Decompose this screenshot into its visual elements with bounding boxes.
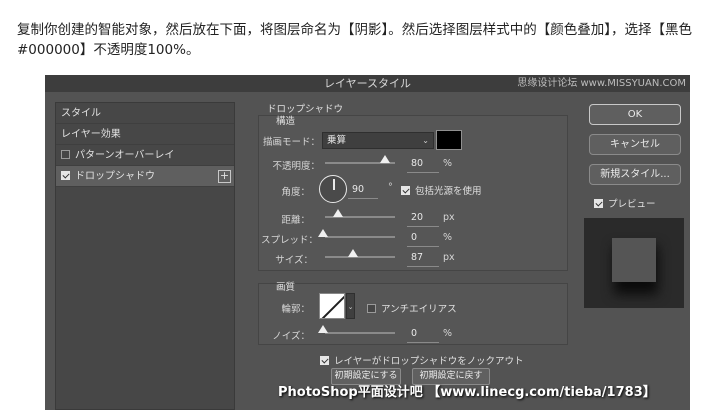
spread-field-underline — [407, 246, 439, 247]
angle-dial[interactable] — [319, 175, 347, 203]
blend-mode-label: 描画モード： — [262, 137, 320, 148]
forum-watermark: 思缘设计论坛 www.MISSYUAN.COM — [517, 78, 686, 89]
dialog-title: レイヤースタイル — [323, 77, 412, 90]
styles-list-item-drop-shadow[interactable]: ドロップシャドウ + — [56, 166, 234, 187]
size-slider-thumb[interactable] — [348, 249, 358, 257]
blend-mode-value: 乗算 — [327, 135, 347, 146]
chevron-down-icon: ⌄ — [347, 303, 354, 311]
styles-list-item-label: ドロップシャドウ — [75, 171, 155, 182]
styles-list-item-layer-effects[interactable]: レイヤー効果 — [56, 124, 234, 145]
angle-label: 角度： — [281, 187, 310, 198]
shadow-color-swatch[interactable] — [436, 130, 462, 150]
pattern-overlay-checkbox[interactable] — [61, 149, 70, 159]
noise-slider-thumb[interactable] — [318, 325, 328, 333]
intro-text: 复制你创建的智能对象，然后放在下面，将图层命名为【阴影】。然后选择图层样式中的【… — [17, 22, 692, 58]
styles-list-item-label: パターンオーバーレイ — [75, 150, 175, 161]
size-value[interactable]: 87 — [411, 252, 423, 263]
spread-slider-thumb[interactable] — [318, 229, 328, 237]
size-unit: px — [443, 252, 455, 263]
knockout-option[interactable]: レイヤーがドロップシャドウをノックアウト — [320, 353, 524, 367]
noise-slider-track[interactable] — [325, 332, 395, 334]
preview-thumbnail — [584, 218, 684, 308]
styles-list-panel: スタイル レイヤー効果 パターンオーバーレイ ドロップシャドウ + — [55, 102, 235, 410]
opacity-slider-thumb[interactable] — [380, 155, 390, 163]
size-field-underline — [407, 266, 439, 267]
styles-list-item-label: スタイル — [61, 108, 101, 119]
knockout-checkbox[interactable] — [320, 356, 329, 365]
drop-shadow-checkbox[interactable] — [61, 170, 70, 180]
ok-button[interactable]: OK — [589, 104, 681, 125]
anti-alias-option[interactable]: アンチエイリアス — [367, 301, 457, 315]
structure-group-title: 構造 — [276, 116, 296, 127]
distance-field-underline — [407, 226, 439, 227]
preview-label: プレビュー — [608, 199, 656, 210]
distance-unit: px — [443, 212, 455, 223]
noise-unit: % — [443, 328, 453, 339]
global-light-option[interactable]: 包括光源を使用 — [401, 183, 482, 197]
anti-alias-checkbox[interactable] — [367, 304, 376, 313]
opacity-value[interactable]: 80 — [411, 158, 423, 169]
blend-mode-select[interactable]: 乗算 ⌄ — [322, 132, 434, 149]
noise-label: ノイズ： — [272, 331, 310, 342]
layer-style-dialog: レイヤースタイル 思缘设计论坛 www.MISSYUAN.COM スタイル レイ… — [45, 75, 690, 410]
cancel-button[interactable]: キャンセル — [589, 134, 681, 155]
angle-value[interactable]: 90 — [352, 184, 364, 195]
quality-group-title: 画質 — [276, 282, 296, 293]
angle-dial-hand — [333, 179, 335, 190]
styles-list-item-pattern-overlay[interactable]: パターンオーバーレイ — [56, 145, 234, 166]
noise-field-underline — [407, 342, 439, 343]
size-slider-track[interactable] — [325, 256, 395, 258]
preview-option[interactable]: プレビュー — [594, 196, 656, 210]
chevron-down-icon: ⌄ — [422, 136, 429, 145]
new-style-button[interactable]: 新規スタイル... — [589, 164, 681, 185]
distance-value[interactable]: 20 — [411, 212, 423, 223]
contour-preview[interactable] — [319, 293, 345, 319]
contour-dropdown[interactable]: ⌄ — [346, 293, 355, 319]
spread-slider-track[interactable] — [325, 236, 395, 238]
contour-label: 輪郭： — [281, 304, 310, 315]
anti-alias-label: アンチエイリアス — [381, 304, 457, 315]
angle-field-underline — [348, 198, 378, 199]
angle-unit: ° — [388, 182, 393, 193]
spread-label: スプレッド： — [260, 235, 318, 246]
opacity-label: 不透明度： — [272, 161, 320, 172]
size-label: サイズ： — [275, 255, 313, 266]
global-light-checkbox[interactable] — [401, 186, 410, 195]
styles-list-item-styles[interactable]: スタイル — [56, 103, 234, 124]
spread-unit: % — [443, 232, 453, 243]
add-effect-plus-icon[interactable]: + — [218, 170, 231, 183]
distance-slider-thumb[interactable] — [333, 209, 343, 217]
styles-list-item-label: レイヤー効果 — [61, 129, 121, 140]
opacity-unit: % — [443, 158, 453, 169]
opacity-field-underline — [407, 172, 439, 173]
distance-label: 距離： — [281, 215, 310, 226]
preview-square — [612, 238, 656, 282]
spread-value[interactable]: 0 — [411, 232, 417, 243]
knockout-label: レイヤーがドロップシャドウをノックアウト — [334, 356, 524, 367]
preview-checkbox[interactable] — [594, 199, 603, 208]
tieba-watermark: PhotoShop平面设计吧 【www.linecg.com/tieba/178… — [278, 385, 656, 400]
noise-value[interactable]: 0 — [411, 328, 417, 339]
global-light-label: 包括光源を使用 — [415, 186, 482, 197]
